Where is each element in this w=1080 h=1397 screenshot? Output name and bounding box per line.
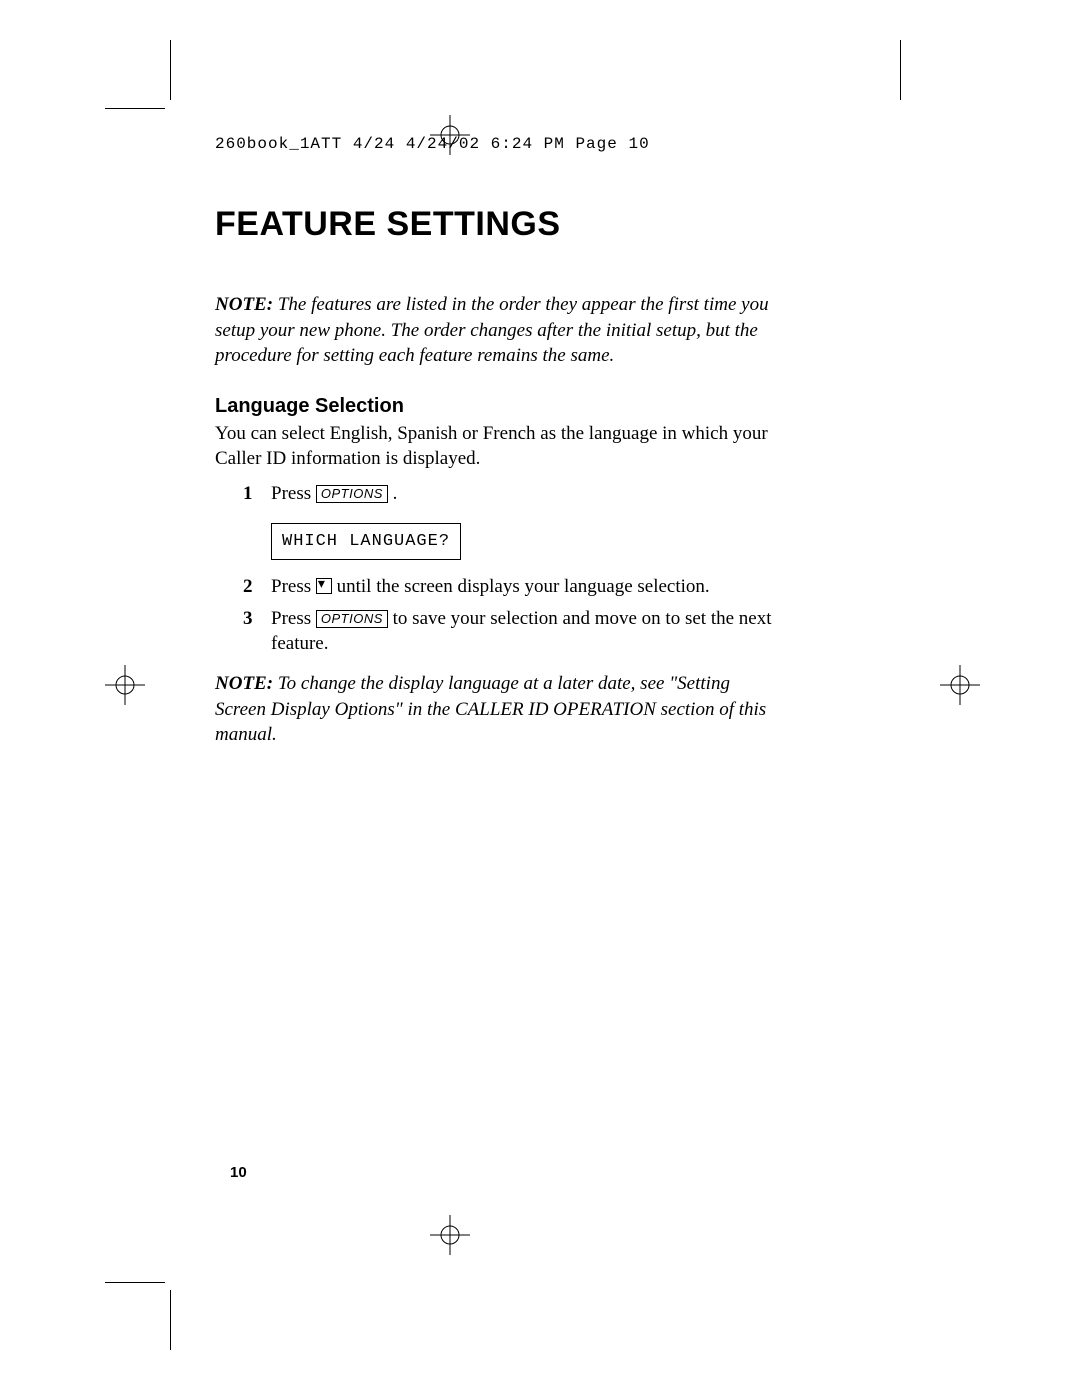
- step-number: 3: [243, 606, 271, 657]
- options-key-icon: OPTIONS: [316, 610, 388, 628]
- step-list: 2 Press until the screen displays your l…: [243, 574, 775, 657]
- step-item: 1 Press OPTIONS .: [243, 481, 775, 507]
- note-text: To change the display language at a late…: [215, 673, 766, 745]
- section-heading: Language Selection: [215, 395, 775, 418]
- note-paragraph: NOTE: To change the display language at …: [215, 671, 775, 748]
- crop-mark: [170, 40, 171, 100]
- crop-mark: [900, 40, 901, 100]
- note-text: The features are listed in the order the…: [215, 294, 769, 366]
- down-arrow-key-icon: [316, 578, 332, 594]
- step-list: 1 Press OPTIONS .: [243, 481, 775, 507]
- note-label: NOTE:: [215, 673, 273, 694]
- section-intro: You can select English, Spanish or Frenc…: [215, 422, 775, 471]
- step-text: Press: [271, 576, 316, 597]
- step-body: Press OPTIONS .: [271, 481, 775, 507]
- registration-mark-icon: [105, 665, 145, 705]
- step-text: Press: [271, 608, 316, 629]
- step-number: 1: [243, 481, 271, 507]
- document-page: 260book_1ATT 4/24 4/24/02 6:24 PM Page 1…: [0, 0, 1080, 1397]
- step-body: Press until the screen displays your lan…: [271, 574, 775, 600]
- crop-mark: [170, 1290, 171, 1350]
- body-text: FEATURE SETTINGS NOTE: The features are …: [215, 205, 775, 748]
- registration-mark-icon: [430, 1215, 470, 1255]
- step-number: 2: [243, 574, 271, 600]
- page-title: FEATURE SETTINGS: [215, 205, 775, 244]
- crop-mark: [105, 108, 165, 109]
- step-item: 2 Press until the screen displays your l…: [243, 574, 775, 600]
- step-text: .: [393, 483, 398, 504]
- registration-mark-icon: [940, 665, 980, 705]
- step-text: Press: [271, 483, 316, 504]
- lcd-display: WHICH LANGUAGE?: [271, 523, 461, 560]
- step-item: 3 Press OPTIONS to save your selection a…: [243, 606, 775, 657]
- running-header: 260book_1ATT 4/24 4/24/02 6:24 PM Page 1…: [215, 135, 650, 153]
- crop-mark: [105, 1282, 165, 1283]
- step-body: Press OPTIONS to save your selection and…: [271, 606, 775, 657]
- note-paragraph: NOTE: The features are listed in the ord…: [215, 292, 775, 369]
- step-text: until the screen displays your language …: [332, 576, 710, 597]
- options-key-icon: OPTIONS: [316, 485, 388, 503]
- note-label: NOTE:: [215, 294, 273, 315]
- page-number: 10: [230, 1164, 247, 1181]
